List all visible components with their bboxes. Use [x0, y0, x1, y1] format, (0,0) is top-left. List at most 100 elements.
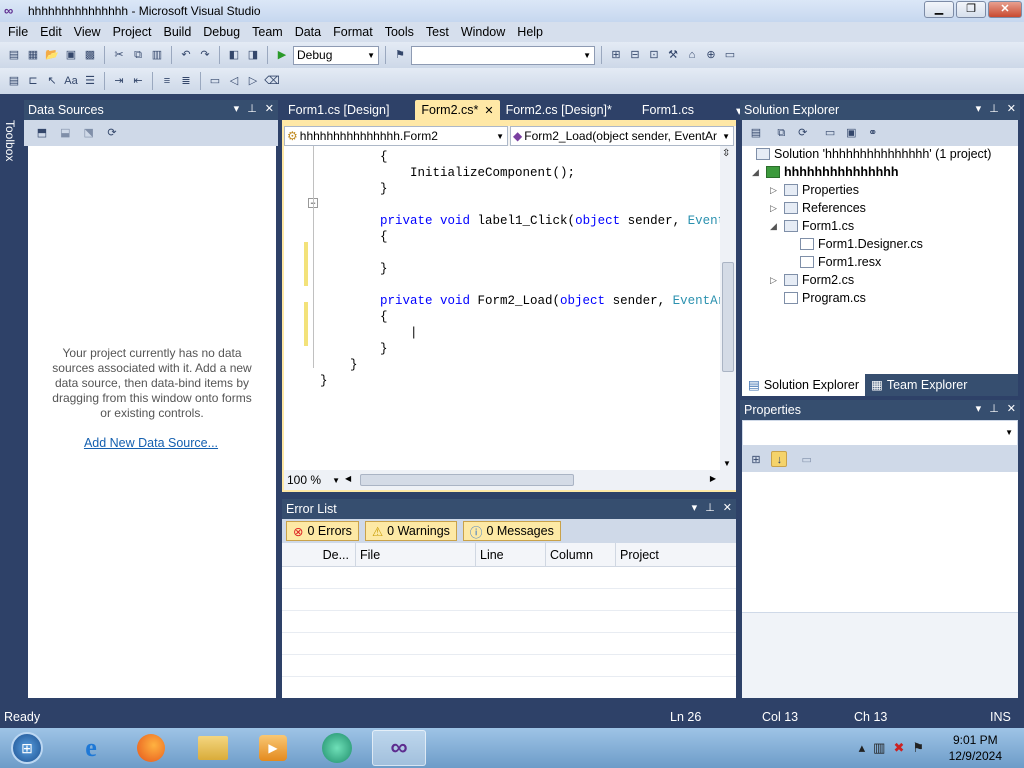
- dropdown-icon[interactable]: ▾: [976, 402, 982, 415]
- menu-build[interactable]: Build: [157, 25, 197, 39]
- code-line[interactable]: private void label1_Click(object sender,…: [320, 214, 720, 230]
- expand-icon[interactable]: ▷: [770, 185, 780, 196]
- align-lefts-icon[interactable]: ⊏: [25, 73, 41, 89]
- horizontal-scrollbar[interactable]: ◀ ▶: [342, 471, 734, 489]
- restore-button[interactable]: ❐: [956, 1, 986, 18]
- show-all-files-icon[interactable]: ⧉: [773, 125, 789, 141]
- refresh-icon[interactable]: ⟳: [104, 125, 120, 141]
- tab-solution-explorer[interactable]: ▤ Solution Explorer: [742, 374, 866, 396]
- tab-form2-cs[interactable]: Form2.cs* ✕: [415, 100, 500, 120]
- menu-data[interactable]: Data: [289, 25, 327, 39]
- tree-item-form2[interactable]: ▷ Form2.cs: [770, 273, 854, 287]
- font-size-icon[interactable]: Aa: [63, 73, 79, 89]
- align-to-grid-icon[interactable]: ▤: [6, 73, 22, 89]
- taskbar-app[interactable]: [310, 730, 364, 766]
- messages-filter-button[interactable]: ⓘ 0 Messages: [462, 521, 561, 541]
- column-column[interactable]: Column: [546, 543, 616, 566]
- column-file[interactable]: File: [356, 543, 476, 566]
- warnings-filter-button[interactable]: ⚠ 0 Warnings: [364, 521, 457, 541]
- format-list-icon[interactable]: ☰: [82, 73, 98, 89]
- dropdown-icon[interactable]: ▾: [976, 102, 982, 115]
- taskbar-visual-studio[interactable]: ∞: [372, 730, 426, 766]
- collapse-icon[interactable]: ◢: [770, 221, 780, 232]
- tab-form1-cs[interactable]: Form1.cs: [636, 100, 700, 120]
- code-line[interactable]: }: [320, 182, 388, 198]
- extension-manager-icon[interactable]: ⊕: [703, 47, 719, 63]
- pin-icon[interactable]: ⊥: [989, 102, 999, 115]
- solution-configuration-dropdown[interactable]: Debug ▼: [293, 45, 379, 65]
- pin-icon[interactable]: ⊥: [705, 501, 715, 514]
- find-combo[interactable]: ▼: [411, 45, 595, 65]
- taskbar-media-player[interactable]: ▶: [246, 730, 300, 766]
- categorized-icon[interactable]: ⊞: [748, 452, 764, 468]
- find-in-files-icon[interactable]: ⚑: [392, 47, 408, 63]
- properties-window-icon[interactable]: ⊟: [627, 47, 643, 63]
- tab-team-explorer[interactable]: ▦ Team Explorer: [865, 374, 973, 396]
- menu-test[interactable]: Test: [420, 25, 455, 39]
- menu-file[interactable]: File: [2, 25, 34, 39]
- dropdown-icon[interactable]: ▾: [234, 102, 240, 115]
- split-icon[interactable]: ⇳: [722, 148, 730, 159]
- member-dropdown[interactable]: ◆ Form2_Load(object sender, EventAr ▼: [510, 126, 734, 146]
- properties-object-dropdown[interactable]: ▼: [742, 420, 1018, 446]
- pointer-icon[interactable]: ↖: [44, 73, 60, 89]
- outdent-icon[interactable]: ⇤: [130, 73, 146, 89]
- menu-help[interactable]: Help: [511, 25, 549, 39]
- view-designer-icon[interactable]: ▣: [843, 125, 859, 141]
- tree-item-solution[interactable]: Solution 'hhhhhhhhhhhhhhh' (1 project): [756, 147, 991, 161]
- close-button[interactable]: ✕: [988, 1, 1022, 18]
- comment-icon[interactable]: ≡: [159, 73, 175, 89]
- add-item-icon[interactable]: ▦: [25, 47, 41, 63]
- next-bookmark-icon[interactable]: ▷: [245, 73, 261, 89]
- close-icon[interactable]: ✕: [265, 102, 274, 115]
- menu-debug[interactable]: Debug: [197, 25, 246, 39]
- column-line[interactable]: Line: [476, 543, 546, 566]
- tree-item-form1[interactable]: ◢ Form1.cs: [770, 219, 854, 233]
- configure-dataset-icon[interactable]: ⬔: [81, 125, 97, 141]
- edit-dataset-icon[interactable]: ⬓: [57, 125, 73, 141]
- save-all-icon[interactable]: ▩: [82, 47, 98, 63]
- navigate-forward-icon[interactable]: ◨: [245, 47, 261, 63]
- refresh-icon[interactable]: ⟳: [795, 125, 811, 141]
- open-folder-icon[interactable]: 📂: [44, 47, 60, 63]
- class-dropdown[interactable]: ⚙ hhhhhhhhhhhhhhh.Form2 ▼: [284, 126, 508, 146]
- menu-view[interactable]: View: [68, 25, 107, 39]
- tree-item-properties[interactable]: ▷ Properties: [770, 183, 859, 197]
- zoom-dropdown[interactable]: 100 % ▼: [284, 471, 342, 489]
- collapse-icon[interactable]: ◢: [752, 167, 762, 178]
- code-line[interactable]: {: [320, 230, 388, 246]
- command-window-icon[interactable]: ▭: [722, 47, 738, 63]
- action-center-icon[interactable]: ⚑: [912, 740, 924, 756]
- system-clock[interactable]: 9:01 PM 12/9/2024: [949, 732, 1002, 764]
- start-button[interactable]: ⊞: [0, 730, 54, 766]
- menu-window[interactable]: Window: [455, 25, 511, 39]
- code-line[interactable]: {: [320, 310, 388, 326]
- copy-icon[interactable]: ⧉: [130, 47, 146, 63]
- menu-team[interactable]: Team: [246, 25, 289, 39]
- column-description[interactable]: De...: [282, 543, 356, 566]
- code-line[interactable]: InitializeComponent();: [320, 166, 575, 182]
- scroll-down-icon[interactable]: ▼: [723, 459, 731, 468]
- pin-icon[interactable]: ⊥: [989, 402, 999, 415]
- navigate-back-icon[interactable]: ◧: [226, 47, 242, 63]
- toolbox-icon[interactable]: ⚒: [665, 47, 681, 63]
- paste-icon[interactable]: ▥: [149, 47, 165, 63]
- code-line[interactable]: |: [320, 326, 418, 342]
- scroll-thumb[interactable]: [722, 262, 734, 372]
- tree-item-program[interactable]: Program.cs: [784, 291, 866, 305]
- menu-edit[interactable]: Edit: [34, 25, 68, 39]
- view-code-icon[interactable]: ▭: [822, 125, 838, 141]
- indent-icon[interactable]: ⇥: [111, 73, 127, 89]
- code-editor[interactable]: − { InitializeComponent(); } private voi…: [284, 146, 720, 470]
- add-new-data-source-link[interactable]: Add New Data Source...: [28, 436, 274, 450]
- volume-muted-icon[interactable]: ✖: [893, 740, 904, 756]
- code-line[interactable]: }: [320, 262, 388, 278]
- redo-icon[interactable]: ↷: [197, 47, 213, 63]
- expand-icon[interactable]: ▷: [770, 203, 780, 214]
- network-icon[interactable]: ▥: [873, 740, 885, 756]
- errors-filter-button[interactable]: ⊗ 0 Errors: [286, 521, 359, 541]
- taskbar-internet-explorer[interactable]: e: [64, 730, 118, 766]
- toolbox-label[interactable]: Toolbox: [3, 120, 17, 161]
- property-pages-icon[interactable]: ▭: [799, 452, 815, 468]
- code-line[interactable]: }: [320, 358, 358, 374]
